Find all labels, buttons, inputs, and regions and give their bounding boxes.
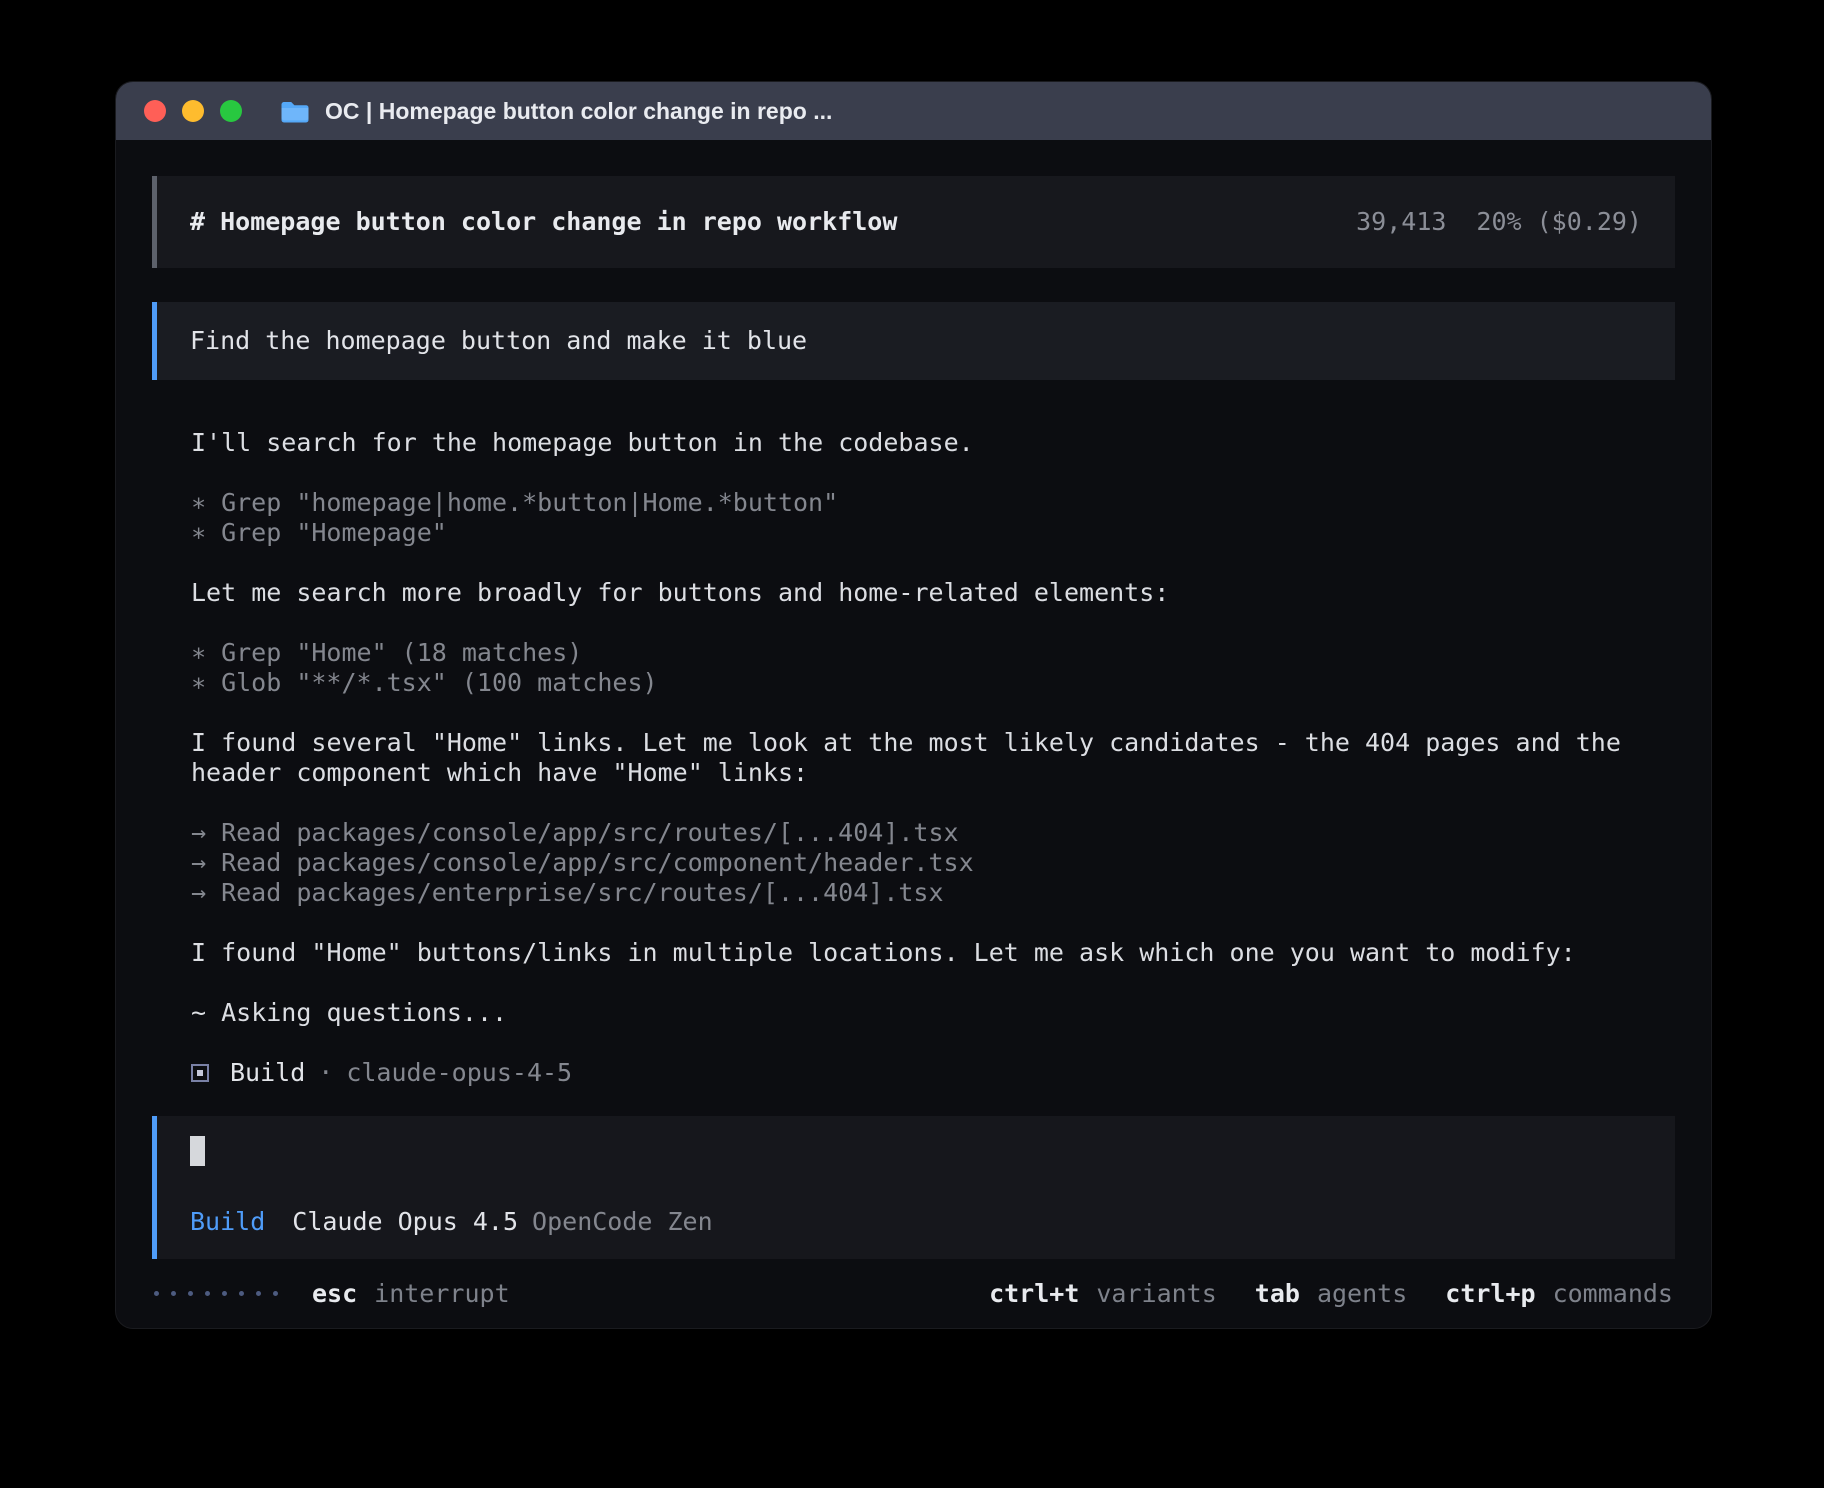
token-count: 39,413: [1356, 207, 1446, 237]
mode-label: Build: [190, 1207, 265, 1237]
session-stats: 39,413 20% ($0.29): [1356, 207, 1642, 237]
tool-call-text: Grep "Homepage": [221, 518, 447, 548]
assistant-text: I found "Home" buttons/links in multiple…: [191, 938, 1645, 968]
tool-call-read: → Read packages/console/app/src/routes/[…: [191, 818, 1645, 848]
tool-call-read: → Read packages/enterprise/src/routes/[.…: [191, 878, 1645, 908]
titlebar: OC | Homepage button color change in rep…: [116, 82, 1711, 140]
tool-status-icon: ∗: [191, 518, 206, 548]
tool-call-grep: ∗ Grep "Home" (18 matches): [191, 638, 1645, 668]
traffic-lights: [144, 100, 242, 122]
working-status-text: ~ Asking questions...: [191, 998, 1645, 1028]
user-message: Find the homepage button and make it blu…: [152, 302, 1675, 380]
terminal-content: # Homepage button color change in repo w…: [116, 140, 1711, 1328]
shortcut-label: commands: [1553, 1279, 1673, 1309]
tool-status-icon: ∗: [191, 638, 206, 668]
prompt-input[interactable]: Build Claude Opus 4.5 OpenCode Zen: [152, 1116, 1675, 1259]
shortcut-key: ctrl+t: [989, 1279, 1079, 1309]
tool-status-icon: ∗: [191, 668, 206, 698]
provider-name: OpenCode Zen: [532, 1207, 713, 1237]
status-bar: esc interrupt ctrl+t variants tab agents…: [152, 1259, 1675, 1328]
window-title: OC | Homepage button color change in rep…: [325, 98, 832, 125]
assistant-text: Let me search more broadly for buttons a…: [191, 578, 1645, 608]
arrow-right-icon: →: [191, 818, 206, 848]
shortcut-label: variants: [1096, 1279, 1216, 1309]
tool-call-read: → Read packages/console/app/src/componen…: [191, 848, 1645, 878]
tool-status-icon: ∗: [191, 488, 206, 518]
session-header: # Homepage button color change in repo w…: [152, 176, 1675, 268]
agent-name: Build: [230, 1058, 305, 1088]
arrow-right-icon: →: [191, 878, 206, 908]
tool-call-text: Read packages/console/app/src/routes/[..…: [221, 818, 959, 848]
agent-status-line: Build · claude-opus-4-5: [191, 1058, 1645, 1088]
text-cursor: [190, 1136, 205, 1166]
shortcut-agents: tab agents: [1255, 1279, 1407, 1309]
separator-dot: ·: [318, 1058, 333, 1088]
agent-icon: [191, 1064, 209, 1082]
shortcut-key: tab: [1255, 1279, 1300, 1309]
zoom-button[interactable]: [220, 100, 242, 122]
shortcut-key: ctrl+p: [1445, 1279, 1535, 1309]
tool-call-glob: ∗ Glob "**/*.tsx" (100 matches): [191, 668, 1645, 698]
status-bar-right: ctrl+t variants tab agents ctrl+p comman…: [989, 1279, 1673, 1309]
model-status-line: Build Claude Opus 4.5 OpenCode Zen: [190, 1207, 1642, 1237]
tool-call-grep: ∗ Grep "homepage|home.*button|Home.*butt…: [191, 488, 1645, 518]
session-title: # Homepage button color change in repo w…: [190, 207, 897, 237]
conversation-log: I'll search for the homepage button in t…: [191, 428, 1645, 1088]
assistant-text: I'll search for the homepage button in t…: [191, 428, 1645, 458]
arrow-right-icon: →: [191, 848, 206, 878]
agent-model: claude-opus-4-5: [346, 1058, 572, 1088]
folder-icon: [280, 99, 310, 124]
tool-call-text: Read packages/enterprise/src/routes/[...…: [221, 878, 943, 908]
tool-call-text: Grep "Home" (18 matches): [221, 638, 582, 668]
terminal-window: OC | Homepage button color change in rep…: [115, 81, 1712, 1329]
context-usage: 20% ($0.29): [1476, 207, 1642, 237]
user-message-text: Find the homepage button and make it blu…: [190, 326, 807, 355]
status-bar-left: esc interrupt: [154, 1279, 510, 1309]
shortcut-interrupt: esc interrupt: [312, 1279, 510, 1309]
shortcut-label: agents: [1317, 1279, 1407, 1309]
tool-call-grep: ∗ Grep "Homepage": [191, 518, 1645, 548]
tool-call-text: Grep "homepage|home.*button|Home.*button…: [221, 488, 838, 518]
assistant-text: I found several "Home" links. Let me loo…: [191, 728, 1645, 788]
shortcut-key: esc: [312, 1279, 357, 1309]
title-group: OC | Homepage button color change in rep…: [280, 98, 832, 125]
tool-call-text: Glob "**/*.tsx" (100 matches): [221, 668, 658, 698]
minimize-button[interactable]: [182, 100, 204, 122]
shortcut-label: interrupt: [374, 1279, 509, 1309]
close-button[interactable]: [144, 100, 166, 122]
tool-call-text: Read packages/console/app/src/component/…: [221, 848, 974, 878]
spinner-dots-icon: [154, 1291, 278, 1296]
shortcut-variants: ctrl+t variants: [989, 1279, 1217, 1309]
model-name: Claude Opus 4.5: [292, 1207, 518, 1237]
shortcut-commands: ctrl+p commands: [1445, 1279, 1673, 1309]
